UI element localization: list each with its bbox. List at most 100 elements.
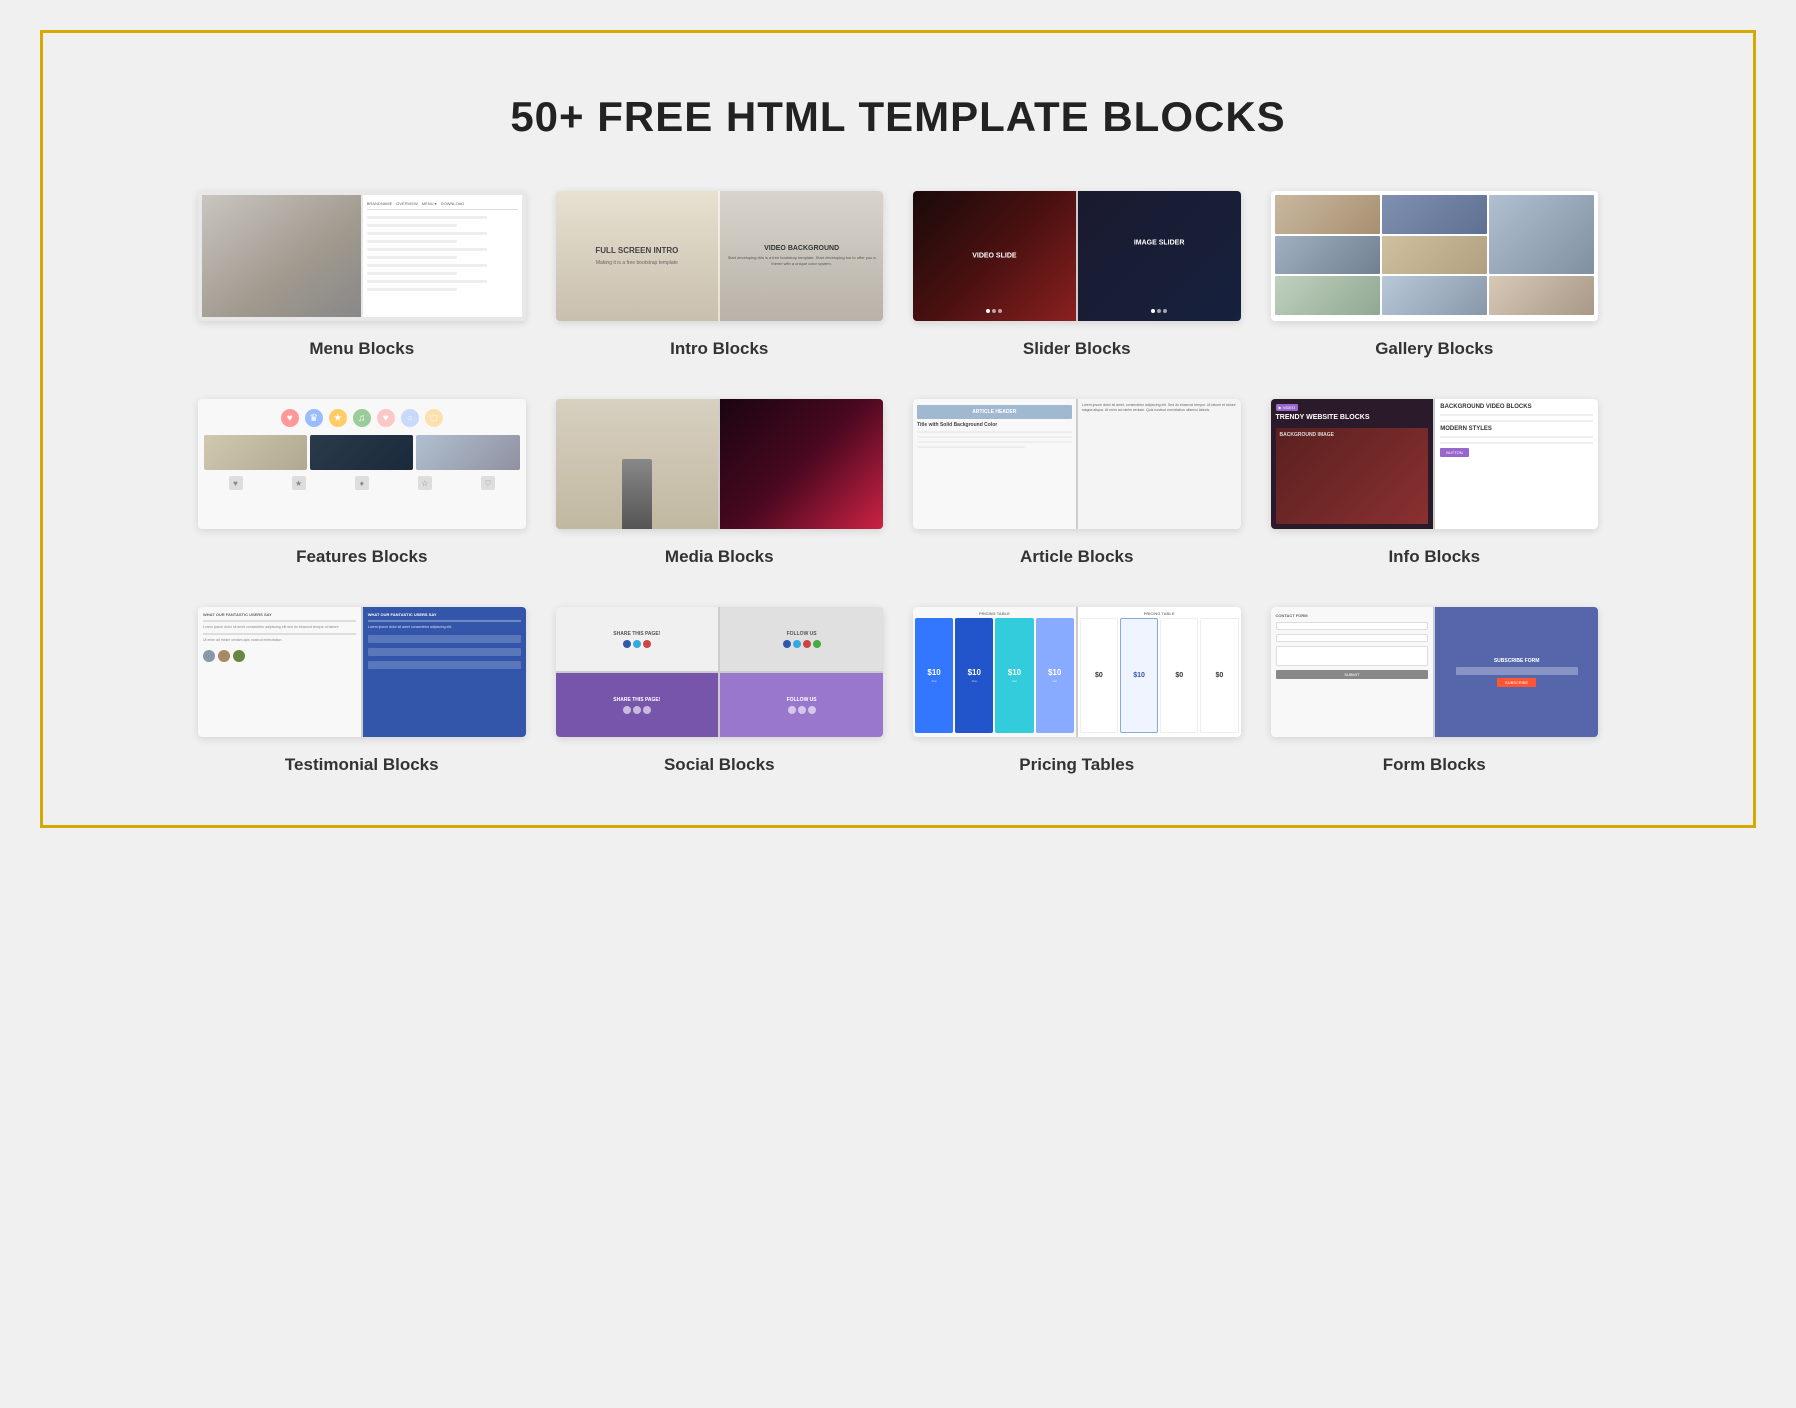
pricing-cols-left: $10 /mo $10 /mo $10 /mo $10 [915, 618, 1074, 733]
menu-image-left [202, 195, 361, 317]
article-header-bar: ARTICLE HEADER [917, 405, 1072, 419]
block-item-social[interactable]: SHARE THIS PAGE! FOLLOW US [556, 607, 884, 775]
feat-icons-row2: ♥ ★ ♦ ☆ ♡ [204, 474, 520, 492]
preview-info: ▶ VIDEO TRENDY WEBSITE BLOCKS BACKGROUND… [1271, 399, 1599, 529]
pricing-right-col-1: $0 [1080, 618, 1118, 733]
block-label-menu: Menu Blocks [309, 339, 414, 359]
media-figure [622, 459, 652, 529]
form-field-3 [1276, 646, 1429, 666]
preview-features: ♥ ♛ ★ ♫ ♥ ○ □ ♥ ★ ♦ ☆ [198, 399, 526, 529]
article-left: ARTICLE HEADER Title with Solid Backgrou… [913, 399, 1076, 529]
pricing-left: PRICING TABLE $10 /mo $10 /mo $10 /mo [913, 607, 1076, 737]
form-field-1 [1276, 622, 1429, 630]
slider-left [913, 191, 1076, 321]
feat-icons-row: ♥ ♛ ★ ♫ ♥ ○ □ [204, 405, 520, 431]
social-share-dark: SHARE THIS PAGE! [556, 673, 719, 737]
intro-right-text: Start developing this is a free bootstra… [724, 255, 879, 266]
intro-right-title: VIDEO BACKGROUND [764, 245, 839, 252]
block-item-media[interactable]: Media Blocks [556, 399, 884, 567]
preview-testimonial: WHAT OUR FANTASTIC USERS SAY Lorem ipsum… [198, 607, 526, 737]
preview-article: ARTICLE HEADER Title with Solid Backgrou… [913, 399, 1241, 529]
feat-icon-circle: ○ [401, 409, 419, 427]
social-follow-light-text: FOLLOW US [787, 631, 817, 637]
intro-left: FULL SCREEN INTRO Making it is a free bo… [556, 191, 719, 321]
gallery-cell-7 [1382, 276, 1487, 315]
test-heading: WHAT OUR FANTASTIC USERS SAY [203, 612, 356, 617]
block-item-form[interactable]: CONTACT FORM SUBMIT SUBSCRIBE FORM SUBSC… [1271, 607, 1599, 775]
pricing-col-4: $10 /mo [1036, 618, 1074, 733]
block-item-info[interactable]: ▶ VIDEO TRENDY WEBSITE BLOCKS BACKGROUND… [1271, 399, 1599, 567]
blocks-grid: BRANDNAME OVERVIEW MENU ▾ DOWNLOAD [198, 191, 1598, 775]
gallery-cell-4 [1275, 236, 1380, 275]
social-top: SHARE THIS PAGE! FOLLOW US [556, 607, 884, 671]
block-item-intro[interactable]: FULL SCREEN INTRO Making it is a free bo… [556, 191, 884, 359]
block-label-gallery: Gallery Blocks [1375, 339, 1493, 359]
block-label-pricing: Pricing Tables [1019, 755, 1134, 775]
block-item-testimonial[interactable]: WHAT OUR FANTASTIC USERS SAY Lorem ipsum… [198, 607, 526, 775]
feat-img-1 [204, 435, 307, 470]
block-item-gallery[interactable]: Gallery Blocks [1271, 191, 1599, 359]
pricing-col-2: $10 /mo [955, 618, 993, 733]
pricing-right-col-2: $10 [1120, 618, 1158, 733]
social-icons-top-left [623, 640, 651, 648]
test-right: WHAT OUR FANTASTIC USERS SAY Lorem ipsum… [363, 607, 526, 737]
feat-icon-heart2: ♥ [377, 409, 395, 427]
info-left: ▶ VIDEO TRENDY WEBSITE BLOCKS BACKGROUND… [1271, 399, 1434, 529]
form-field-2 [1276, 634, 1429, 642]
article-subtitle: Title with Solid Background Color [917, 422, 1072, 428]
feat-icon-star: ★ [329, 409, 347, 427]
gallery-cell-2 [1382, 195, 1487, 234]
pricing-label-right: PRICING TABLE [1080, 611, 1239, 616]
slider-dots-right [1084, 309, 1235, 313]
block-label-article: Article Blocks [1020, 547, 1133, 567]
social-share-light-text: SHARE THIS PAGE! [613, 631, 660, 637]
form-subscribe-label: SUBSCRIBE FORM [1494, 658, 1540, 664]
info-right: BACKGROUND VIDEO BLOCKS MODERN STYLES BU… [1435, 399, 1598, 529]
social-bottom: SHARE THIS PAGE! FOLLOW US [556, 673, 884, 737]
test-left: WHAT OUR FANTASTIC USERS SAY Lorem ipsum… [198, 607, 361, 737]
preview-menu: BRANDNAME OVERVIEW MENU ▾ DOWNLOAD [198, 191, 526, 321]
form-submit-btn: SUBMIT [1276, 670, 1429, 679]
test-right-heading: WHAT OUR FANTASTIC USERS SAY [368, 612, 521, 617]
block-label-info: Info Blocks [1388, 547, 1480, 567]
block-label-social: Social Blocks [664, 755, 775, 775]
pricing-right: PRICING TABLE $0 $10 $0 $0 [1078, 607, 1241, 737]
info-title-1: TRENDY WEBSITE BLOCKS [1276, 414, 1429, 422]
preview-social: SHARE THIS PAGE! FOLLOW US [556, 607, 884, 737]
gallery-cell-3 [1489, 195, 1594, 274]
block-item-pricing[interactable]: PRICING TABLE $10 /mo $10 /mo $10 /mo [913, 607, 1241, 775]
menu-nav-bar: BRANDNAME OVERVIEW MENU ▾ DOWNLOAD [367, 201, 518, 210]
block-label-form: Form Blocks [1383, 755, 1486, 775]
test-avatar-2 [218, 650, 230, 662]
article-right: Lorem ipsum dolor sit amet, consectetur … [1078, 399, 1241, 529]
preview-media [556, 399, 884, 529]
social-icons-bottom-right [788, 706, 816, 714]
feat-img-3 [416, 435, 519, 470]
feat-img-2 [310, 435, 413, 470]
preview-pricing: PRICING TABLE $10 /mo $10 /mo $10 /mo [913, 607, 1241, 737]
social-icons-top-right [783, 640, 821, 648]
feat-icon-heart: ♥ [281, 409, 299, 427]
page-title: 50+ FREE HTML TEMPLATE BLOCKS [93, 93, 1703, 141]
test-avatars [203, 650, 356, 662]
block-item-slider[interactable]: Slider Blocks [913, 191, 1241, 359]
form-contact-label: CONTACT FORM [1276, 613, 1429, 618]
preview-slider [913, 191, 1241, 321]
info-right-title-1: BACKGROUND VIDEO BLOCKS [1440, 404, 1593, 410]
feat-img-row [204, 435, 520, 470]
block-item-article[interactable]: ARTICLE HEADER Title with Solid Backgrou… [913, 399, 1241, 567]
pricing-col-3: $10 /mo [995, 618, 1033, 733]
form-left: CONTACT FORM SUBMIT [1271, 607, 1434, 737]
block-label-slider: Slider Blocks [1023, 339, 1131, 359]
gallery-cell-5 [1382, 236, 1487, 275]
block-item-features[interactable]: ♥ ♛ ★ ♫ ♥ ○ □ ♥ ★ ♦ ☆ [198, 399, 526, 567]
pricing-right-col-3: $0 [1160, 618, 1198, 733]
block-label-features: Features Blocks [296, 547, 427, 567]
block-label-media: Media Blocks [665, 547, 774, 567]
social-follow-light: FOLLOW US [720, 607, 883, 671]
block-item-menu[interactable]: BRANDNAME OVERVIEW MENU ▾ DOWNLOAD [198, 191, 526, 359]
social-follow-dark-text: FOLLOW US [787, 697, 817, 703]
info-btn: BUTTON [1440, 448, 1468, 457]
gallery-cell-6 [1275, 276, 1380, 315]
social-follow-dark: FOLLOW US [720, 673, 883, 737]
